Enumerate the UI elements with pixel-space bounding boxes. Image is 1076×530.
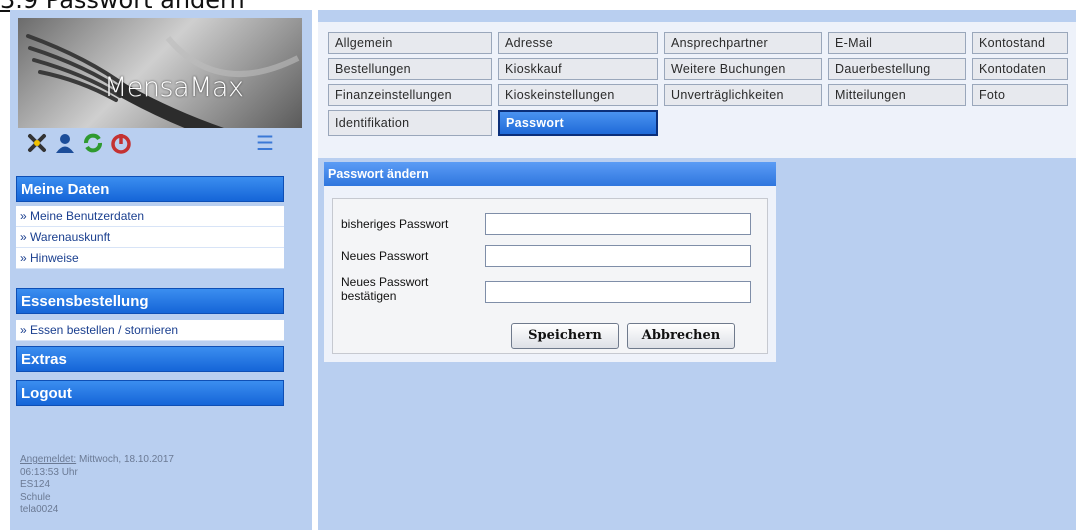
confirm-password-label-line1: Neues Passwort <box>341 275 429 289</box>
toolbar <box>26 132 132 154</box>
login-time: 06:13:53 Uhr <box>20 466 78 478</box>
refresh-icon[interactable] <box>82 132 104 154</box>
password-panel: Passwort ändern bisheriges Passwort Neue… <box>324 162 776 362</box>
tab-identifikation[interactable]: Identifikation <box>328 110 492 136</box>
login-label[interactable]: Angemeldet: <box>20 454 76 465</box>
tab-allgemein[interactable]: Allgemein <box>328 32 492 54</box>
tab-weitere-buchungen[interactable]: Weitere Buchungen <box>664 58 822 80</box>
document-heading: 3.9 Passwort ändern <box>0 0 245 14</box>
new-password-label: Neues Passwort <box>341 249 429 263</box>
login-line4: Schule <box>20 491 51 503</box>
save-button[interactable]: Speichern <box>511 323 619 349</box>
main-content: Allgemein Adresse Ansprechpartner E-Mail… <box>318 10 1076 530</box>
sidebar-item-hinweise[interactable]: » Hinweise <box>16 248 284 269</box>
old-password-input[interactable] <box>485 213 751 235</box>
password-form: bisheriges Passwort Neues Passwort Neues… <box>332 198 768 354</box>
meine-daten-items: » Meine Benutzerdaten » Warenauskunft » … <box>16 206 284 269</box>
app-logo: MensaMax <box>18 18 302 128</box>
section-logout[interactable]: Logout <box>16 380 284 406</box>
tab-bestellungen[interactable]: Bestellungen <box>328 58 492 80</box>
tab-kioskeinstellungen[interactable]: Kioskeinstellungen <box>498 84 658 106</box>
tab-passwort[interactable]: Passwort <box>498 110 658 136</box>
login-date: Mittwoch, 18.10.2017 <box>78 454 174 465</box>
app-logo-text: MensaMax <box>104 72 244 103</box>
tab-mitteilungen[interactable]: Mitteilungen <box>828 84 966 106</box>
tab-foto[interactable]: Foto <box>972 84 1068 106</box>
section-essensbestellung[interactable]: Essensbestellung <box>16 288 284 314</box>
sidebar-item-essen-bestellen[interactable]: » Essen bestellen / stornieren <box>16 320 284 341</box>
tab-unvertraeglichkeiten[interactable]: Unverträglichkeiten <box>664 84 822 106</box>
menu-icon[interactable]: ☰ <box>256 134 276 154</box>
essensbestellung-items: » Essen bestellen / stornieren <box>16 320 284 341</box>
tab-bar: Allgemein Adresse Ansprechpartner E-Mail… <box>318 22 1076 158</box>
user-icon[interactable] <box>54 132 76 154</box>
login-line5: tela0024 <box>20 504 59 515</box>
old-password-label: bisheriges Passwort <box>341 217 449 231</box>
tab-kontostand[interactable]: Kontostand <box>972 32 1068 54</box>
panel-title: Passwort ändern <box>324 162 776 186</box>
cancel-button[interactable]: Abbrechen <box>627 323 735 349</box>
tab-adresse[interactable]: Adresse <box>498 32 658 54</box>
new-password-input[interactable] <box>485 245 751 267</box>
tools-icon[interactable] <box>26 132 48 154</box>
tab-finanzeinstellungen[interactable]: Finanzeinstellungen <box>328 84 492 106</box>
sidebar-item-warenauskunft[interactable]: » Warenauskunft <box>16 227 284 248</box>
tab-ansprechpartner[interactable]: Ansprechpartner <box>664 32 822 54</box>
sidebar: MensaMax ☰ Meine Daten » Meine Benutzerd… <box>10 10 312 530</box>
tab-kioskkauf[interactable]: Kioskkauf <box>498 58 658 80</box>
login-line3: ES124 <box>20 479 51 490</box>
logout-power-icon[interactable] <box>110 132 132 154</box>
tab-dauerbestellung[interactable]: Dauerbestellung <box>828 58 966 80</box>
confirm-password-input[interactable] <box>485 281 751 303</box>
section-meine-daten[interactable]: Meine Daten <box>16 176 284 202</box>
confirm-password-label-line2: bestätigen <box>341 289 397 303</box>
section-extras[interactable]: Extras <box>16 346 284 372</box>
sidebar-item-meine-benutzerdaten[interactable]: » Meine Benutzerdaten <box>16 206 284 227</box>
confirm-password-label: Neues Passwort bestätigen <box>341 275 428 303</box>
login-info: Angemeldet: Mittwoch, 18.10.2017 06:13:5… <box>20 454 174 517</box>
tab-kontodaten[interactable]: Kontodaten <box>972 58 1068 80</box>
tab-e-mail[interactable]: E-Mail <box>828 32 966 54</box>
